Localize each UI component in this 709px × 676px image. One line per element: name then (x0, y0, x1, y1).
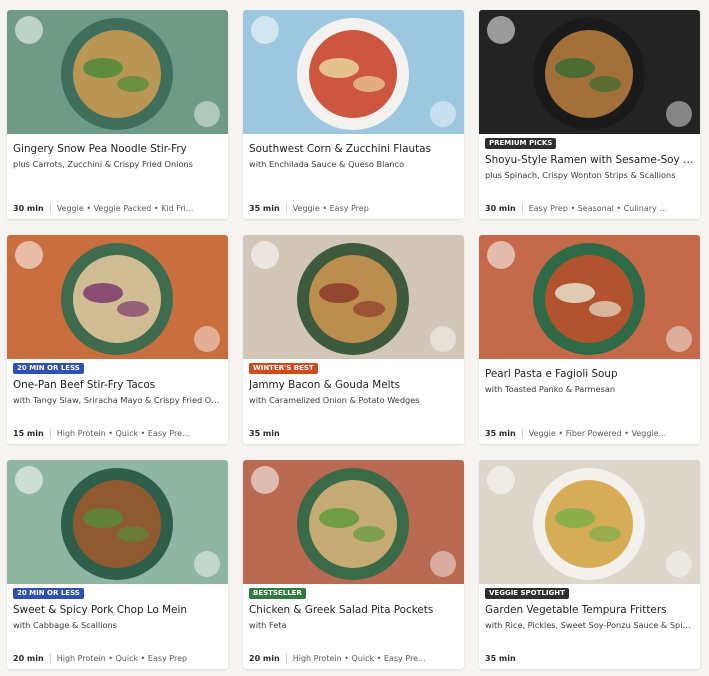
recipe-card-body: 20 MIN OR LESS One-Pan Beef Stir-Fry Taco… (7, 359, 228, 444)
recipe-title[interactable]: Jammy Bacon & Gouda Melts (249, 379, 459, 391)
recipe-photo-illustration (7, 10, 228, 134)
recipe-tags: High Protein • Quick • Easy Prep (56, 653, 188, 663)
recipe-title[interactable]: Sweet & Spicy Pork Chop Lo Mein (13, 604, 223, 616)
recipe-badge: 20 MIN OR LESS (13, 363, 84, 374)
recipe-subtitle: with Feta (249, 620, 287, 630)
recipe-card-body: Pearl Pasta e Fagioli Soup with Toasted P… (479, 359, 700, 444)
recipe-title[interactable]: Shoyu-Style Ramen with Sesame-Soy S... (485, 154, 695, 166)
recipe-tags: Veggie • Easy Prep (292, 203, 369, 213)
recipe-subtitle: with Rice, Pickles, Sweet Soy-Ponzu Sauc… (485, 620, 695, 630)
recipe-card[interactable]: BESTSELLER Chicken & Greek Salad Pita Poc… (243, 460, 464, 669)
recipe-card[interactable]: Gingery Snow Pea Noodle Stir-Fry plus Car… (7, 10, 228, 219)
recipe-meta: 30 min Easy Prep • Seasonal • Culinary ..… (485, 203, 694, 213)
recipe-photo-illustration (243, 235, 464, 359)
recipe-card[interactable]: Pearl Pasta e Fagioli Soup with Toasted P… (479, 235, 700, 444)
recipe-card[interactable]: 20 MIN OR LESS One-Pan Beef Stir-Fry Taco… (7, 235, 228, 444)
recipe-card[interactable]: PREMIUM PICKS Shoyu-Style Ramen with Sesa… (479, 10, 700, 219)
recipe-photo-illustration (7, 235, 228, 359)
meta-divider (521, 203, 523, 213)
recipe-subtitle: with Toasted Panko & Parmesan (485, 384, 616, 394)
recipe-badge: BESTSELLER (249, 588, 306, 599)
recipe-photo-illustration (243, 460, 464, 584)
recipe-card-body: Southwest Corn & Zucchini Flautas with En… (243, 134, 464, 219)
recipe-badge: VEGGIE SPOTLIGHT (485, 588, 569, 599)
meta-divider (285, 653, 287, 663)
recipe-meta: 20 min High Protein • Quick • Easy Pre... (249, 653, 458, 663)
recipe-card-body: Gingery Snow Pea Noodle Stir-Fry plus Car… (7, 134, 228, 219)
recipe-cook-time: 20 min (249, 653, 280, 663)
recipe-subtitle: plus Carrots, Zucchini & Crispy Fried On… (13, 159, 193, 169)
recipe-cook-time: 15 min (13, 428, 44, 438)
recipe-card-body: VEGGIE SPOTLIGHT Garden Vegetable Tempura… (479, 584, 700, 669)
meta-divider (49, 428, 51, 438)
recipe-photo[interactable] (479, 460, 700, 584)
recipe-card[interactable]: WINTER'S BEST Jammy Bacon & Gouda Melts wi… (243, 235, 464, 444)
recipe-photo[interactable] (243, 10, 464, 134)
recipe-card[interactable]: 20 MIN OR LESS Sweet & Spicy Pork Chop Lo… (7, 460, 228, 669)
meta-divider (285, 203, 287, 213)
recipe-photo[interactable] (7, 235, 228, 359)
recipe-title[interactable]: Southwest Corn & Zucchini Flautas (249, 143, 459, 155)
recipe-card[interactable]: Southwest Corn & Zucchini Flautas with En… (243, 10, 464, 219)
recipe-badge: WINTER'S BEST (249, 363, 318, 374)
recipe-meta: 30 min Veggie • Veggie Packed • Kid Fri..… (13, 203, 222, 213)
meta-divider (521, 428, 523, 438)
recipe-cook-time: 35 min (485, 654, 516, 663)
recipe-tags: High Protein • Quick • Easy Pre... (292, 653, 426, 663)
recipe-cook-time: 30 min (13, 203, 44, 213)
recipe-title[interactable]: Pearl Pasta e Fagioli Soup (485, 368, 695, 380)
recipe-subtitle: with Tangy Slaw, Sriracha Mayo & Crispy … (13, 395, 223, 405)
recipe-photo-illustration (479, 10, 700, 134)
recipe-cook-time: 20 min (13, 653, 44, 663)
recipe-subtitle: with Caramelized Onion & Potato Wedges (249, 395, 420, 405)
recipe-meta: 35 min Veggie • Easy Prep (249, 203, 458, 213)
meta-divider (49, 203, 51, 213)
recipe-subtitle: with Cabbage & Scallions (13, 620, 117, 630)
recipe-photo[interactable] (479, 235, 700, 359)
recipe-meta: 35 min Veggie • Fiber Powered • Veggie... (485, 428, 694, 438)
recipe-meta: 20 min High Protein • Quick • Easy Prep (13, 653, 222, 663)
recipe-subtitle: with Enchilada Sauce & Queso Blanco (249, 159, 405, 169)
recipe-badge: 20 MIN OR LESS (13, 588, 84, 599)
recipe-title[interactable]: Chicken & Greek Salad Pita Pockets (249, 604, 459, 616)
recipe-photo-illustration (7, 460, 228, 584)
recipe-tags: Easy Prep • Seasonal • Culinary ... (528, 203, 667, 213)
recipe-photo[interactable] (243, 235, 464, 359)
recipe-title[interactable]: Gingery Snow Pea Noodle Stir-Fry (13, 143, 223, 155)
recipe-tags: High Protein • Quick • Easy Pre... (56, 428, 190, 438)
recipe-title[interactable]: Garden Vegetable Tempura Fritters (485, 604, 695, 616)
recipe-cook-time: 35 min (485, 428, 516, 438)
recipe-subtitle: plus Spinach, Crispy Wonton Strips & Sca… (485, 170, 676, 180)
recipe-photo[interactable] (7, 460, 228, 584)
recipe-title[interactable]: One-Pan Beef Stir-Fry Tacos (13, 379, 223, 391)
recipe-badge: PREMIUM PICKS (485, 138, 557, 149)
recipe-card-body: WINTER'S BEST Jammy Bacon & Gouda Melts wi… (243, 359, 464, 444)
recipe-photo[interactable] (7, 10, 228, 134)
recipe-cook-time: 30 min (485, 203, 516, 213)
recipe-photo-illustration (479, 460, 700, 584)
recipe-photo[interactable] (243, 460, 464, 584)
recipe-photo-illustration (479, 235, 700, 359)
recipe-tags: Veggie • Fiber Powered • Veggie... (528, 428, 667, 438)
recipe-cook-time: 35 min (249, 429, 280, 438)
recipe-photo[interactable] (479, 10, 700, 134)
recipe-card-body: BESTSELLER Chicken & Greek Salad Pita Poc… (243, 584, 464, 669)
recipe-meta: 15 min High Protein • Quick • Easy Pre... (13, 428, 222, 438)
recipe-cook-time: 35 min (249, 203, 280, 213)
recipe-card-body: PREMIUM PICKS Shoyu-Style Ramen with Sesa… (479, 134, 700, 219)
recipe-meta: 35 min (485, 654, 694, 663)
recipe-grid: Gingery Snow Pea Noodle Stir-Fry plus Car… (7, 10, 702, 669)
recipe-tags: Veggie • Veggie Packed • Kid Fri... (56, 203, 194, 213)
meta-divider (49, 653, 51, 663)
recipe-photo-illustration (243, 10, 464, 134)
recipe-meta: 35 min (249, 429, 458, 438)
recipe-card[interactable]: VEGGIE SPOTLIGHT Garden Vegetable Tempura… (479, 460, 700, 669)
recipe-card-body: 20 MIN OR LESS Sweet & Spicy Pork Chop Lo… (7, 584, 228, 669)
